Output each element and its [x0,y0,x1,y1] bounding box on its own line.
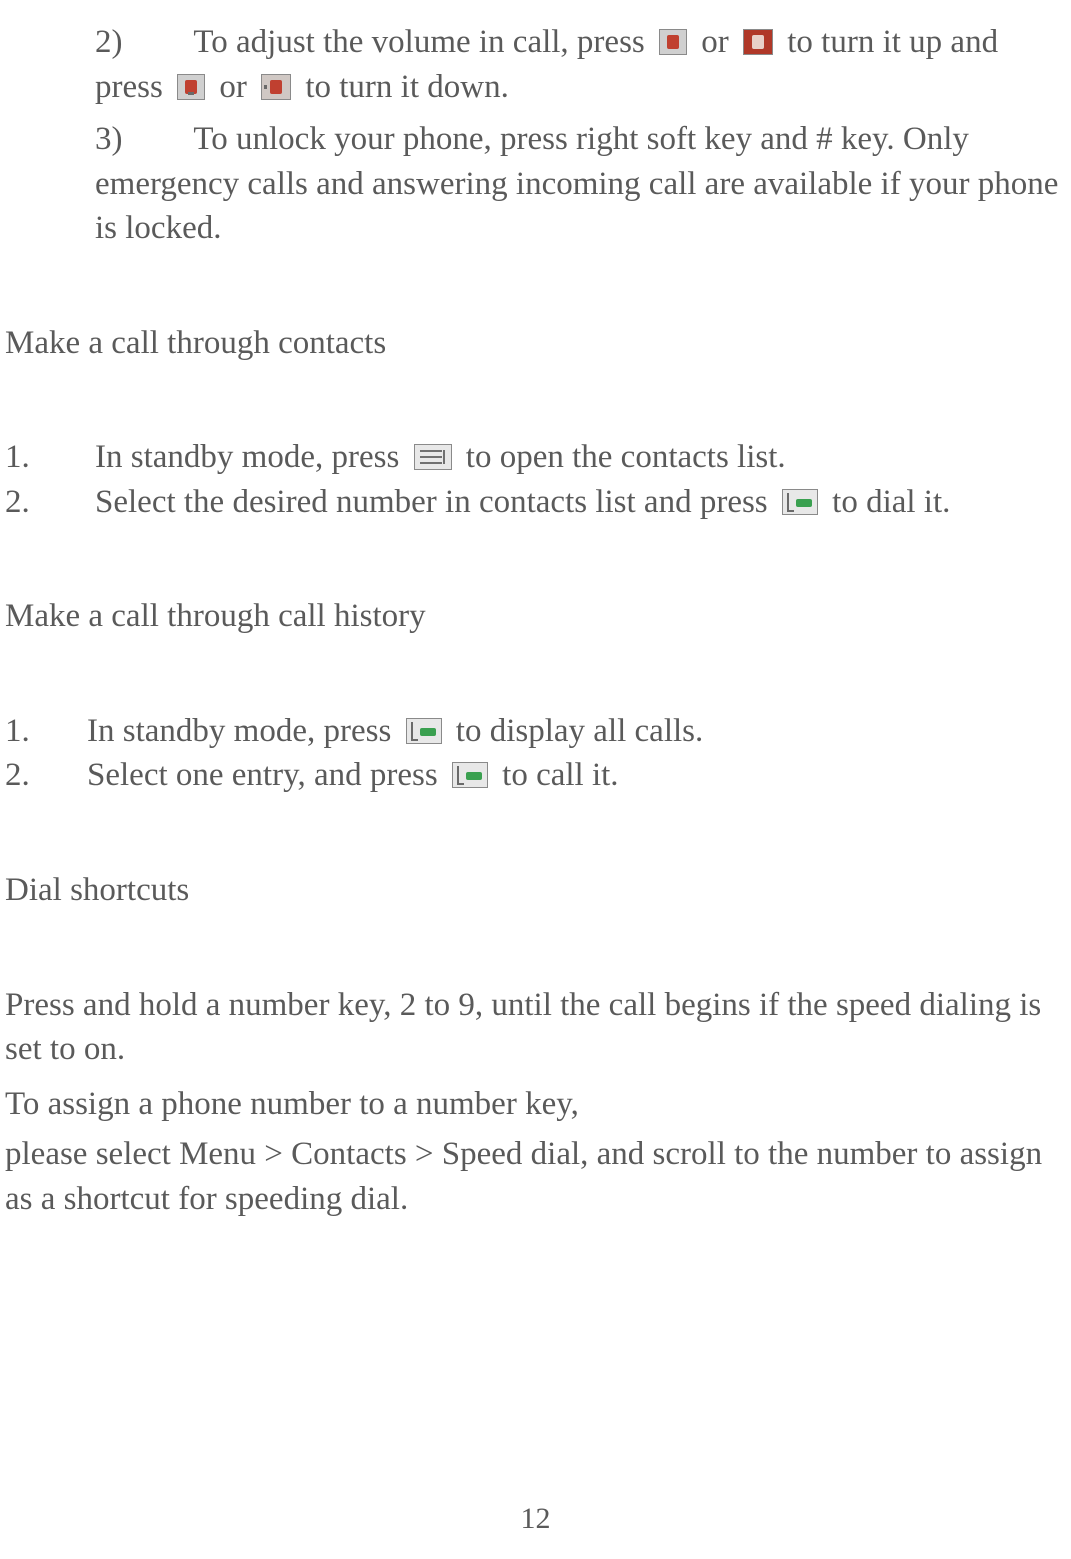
step-number: 1. [5,709,87,754]
heading-contacts: Make a call through contacts [5,321,1063,366]
step-number: 2. [5,480,95,525]
call-key-icon [452,762,488,788]
contacts-step-1: 1. In standby mode, press to open the co… [5,435,1063,480]
list-item-3: 3) To unlock your phone, press right sof… [95,117,1063,251]
contacts-steps: 1. In standby mode, press to open the co… [5,435,1063,524]
step-body: In standby mode, press to open the conta… [95,435,1063,480]
list-item-2: 2) To adjust the volume in call, press o… [95,20,1063,109]
shortcuts-body: Press and hold a number key, 2 to 9, unt… [5,983,1063,1222]
step-number: 1. [5,435,95,480]
text-fragment: Select one entry, and press [87,757,446,793]
heading-shortcuts: Dial shortcuts [5,868,1063,913]
contacts-step-2: 2. Select the desired number in contacts… [5,480,1063,525]
heading-text: Dial shortcuts [5,872,189,908]
text-fragment: to open the contacts list. [466,439,786,475]
list-item-3-text: 3) To unlock your phone, press right sof… [95,117,1063,251]
text-fragment: to dial it. [832,484,950,520]
call-key-icon [406,718,442,744]
text-fragment: To adjust the volume in call, press [193,24,653,60]
history-step-2: 2. Select one entry, and press to call i… [5,753,1063,798]
volume-down-key-icon-2 [261,74,291,100]
list-item-3-number: 3) [95,121,123,157]
heading-text: Make a call through contacts [5,325,386,361]
history-steps: 1. In standby mode, press to display all… [5,709,1063,798]
text-fragment: to display all calls. [456,713,703,749]
heading-history: Make a call through call history [5,594,1063,639]
text-fragment: to call it. [502,757,618,793]
text-fragment: In standby mode, press [87,713,400,749]
text-fragment: In standby mode, press [95,439,408,475]
volume-down-key-icon-1 [177,74,205,100]
shortcuts-p3: please select Menu > Contacts > Speed di… [5,1132,1063,1221]
list-item-2-text: 2) To adjust the volume in call, press o… [95,20,1063,109]
text-fragment: Select the desired number in contacts li… [95,484,776,520]
contacts-key-icon [414,444,452,470]
history-step-1: 1. In standby mode, press to display all… [5,709,1063,754]
call-key-icon [782,489,818,515]
shortcuts-p1: Press and hold a number key, 2 to 9, unt… [5,983,1063,1072]
step-body: In standby mode, press to display all ca… [87,709,1063,754]
volume-up-key-icon-2 [743,29,773,55]
list-item-2-number: 2) [95,24,123,60]
text-fragment: To unlock your phone, press right soft k… [95,121,1058,246]
page: 2) To adjust the volume in call, press o… [0,0,1071,1559]
text-fragment: or [701,24,737,60]
shortcuts-p2: To assign a phone number to a number key… [5,1082,1063,1127]
step-body: Select the desired number in contacts li… [95,480,1063,525]
heading-text: Make a call through call history [5,598,426,634]
step-body: Select one entry, and press to call it. [87,753,1063,798]
text-fragment: to turn it down. [305,69,509,105]
step-number: 2. [5,753,87,798]
text-fragment: or [219,69,255,105]
page-number: 12 [0,1499,1071,1540]
volume-up-key-icon-1 [659,29,687,55]
